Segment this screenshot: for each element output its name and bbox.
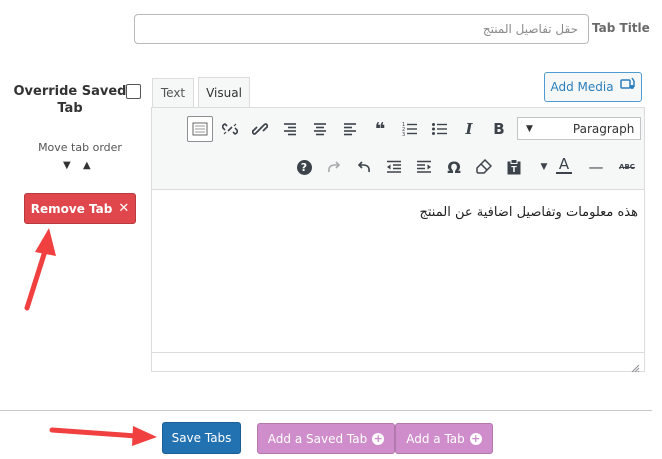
annotation-arrows [24, 228, 157, 446]
annotation-arrow-save [49, 426, 157, 446]
annotation-arrow-remove [24, 228, 56, 311]
